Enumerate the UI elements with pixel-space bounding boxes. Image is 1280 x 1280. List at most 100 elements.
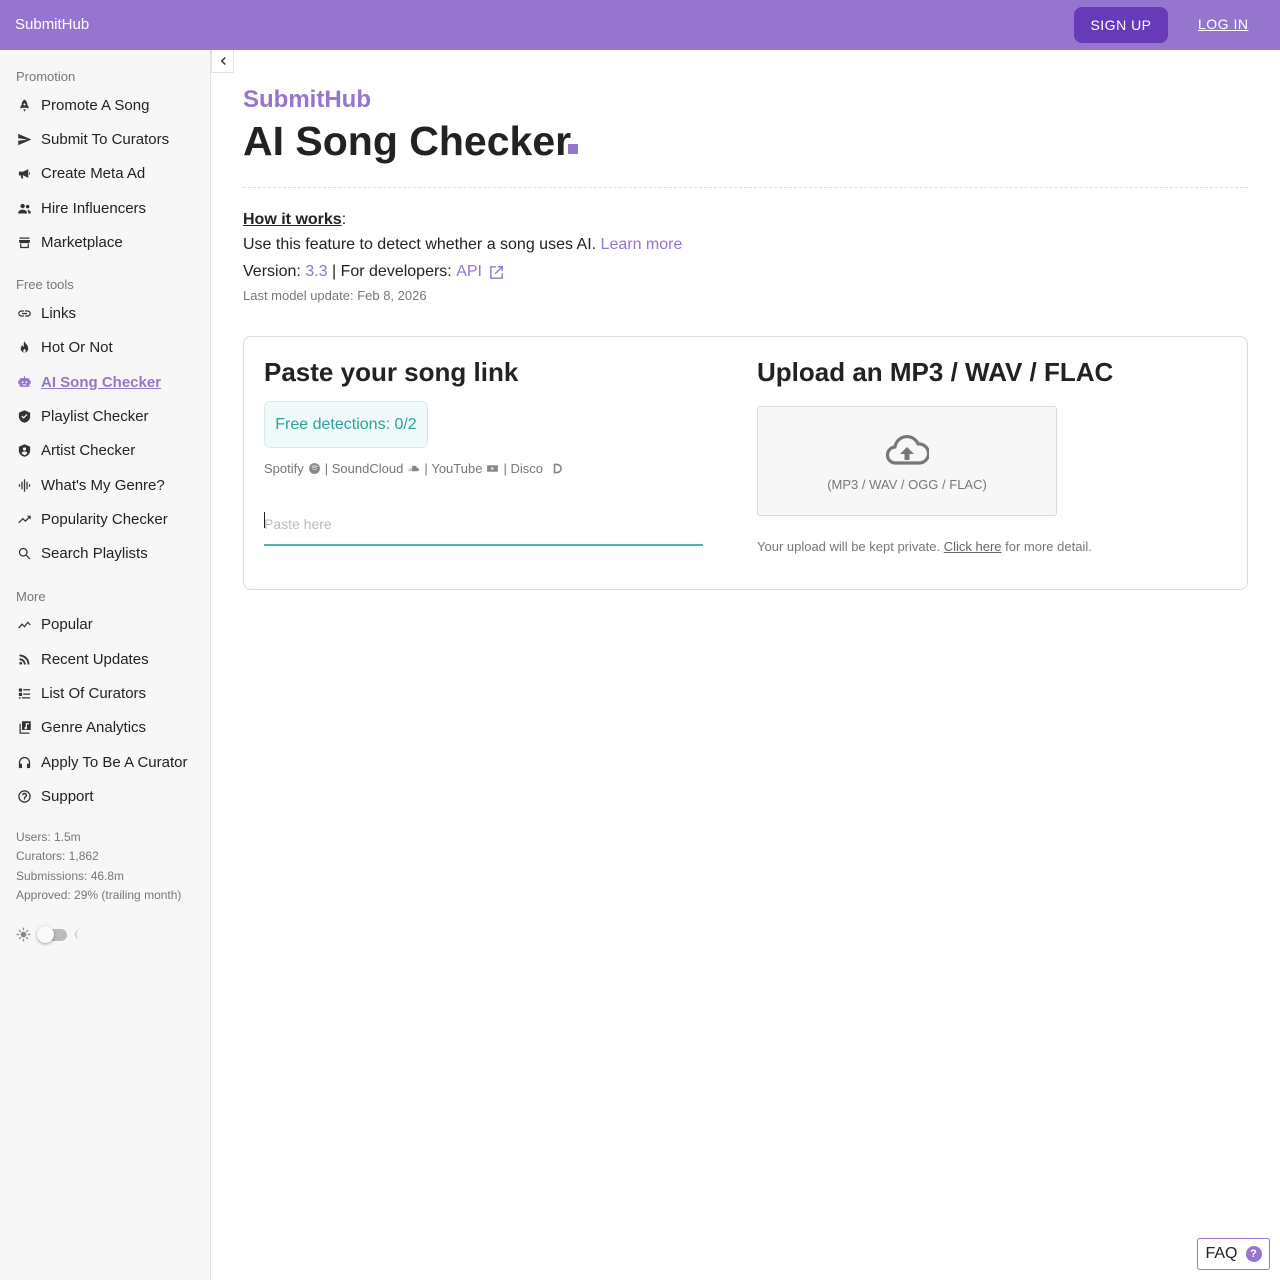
api-link[interactable]: API bbox=[456, 263, 482, 281]
sidebar: Promotion Promote A Song Submit To Curat… bbox=[0, 50, 211, 1280]
megaphone-icon bbox=[16, 165, 32, 181]
sidebar-item-genre-analytics[interactable]: Genre Analytics bbox=[16, 716, 146, 738]
separator: | bbox=[324, 461, 329, 476]
stat-curators: Curators: 1,862 bbox=[16, 849, 99, 863]
send-icon bbox=[16, 131, 32, 147]
sidebar-item-label: Hire Influencers bbox=[41, 199, 147, 217]
sidebar-item-label: Submit To Curators bbox=[41, 130, 170, 148]
sidebar-item-label: Genre Analytics bbox=[41, 718, 147, 736]
dark-mode-toggle[interactable] bbox=[37, 925, 67, 943]
youtube-icon bbox=[486, 462, 499, 475]
brand-logo-link[interactable]: SubmitHub bbox=[15, 16, 89, 33]
library-music-icon bbox=[16, 719, 32, 735]
help-circle-icon bbox=[16, 788, 32, 804]
faq-label: FAQ bbox=[1205, 1245, 1238, 1262]
sidebar-item-label: Support bbox=[41, 787, 94, 805]
sidebar-item-create-meta-ad[interactable]: Create Meta Ad bbox=[16, 162, 145, 184]
sidebar-item-popularity-checker[interactable]: Popularity Checker bbox=[16, 508, 168, 530]
sidebar-item-marketplace[interactable]: Marketplace bbox=[16, 231, 123, 253]
sidebar-item-whats-my-genre[interactable]: What's My Genre? bbox=[16, 474, 165, 496]
stat-submissions: Submissions: 46.8m bbox=[16, 869, 125, 883]
version-prefix: Version: bbox=[243, 262, 301, 280]
sidebar-item-support[interactable]: Support bbox=[16, 785, 94, 807]
sidebar-item-label: Search Playlists bbox=[41, 544, 148, 562]
rocket-icon bbox=[16, 97, 32, 113]
cloud-upload-icon[interactable] bbox=[885, 432, 929, 468]
sidebar-item-submit-to-curators[interactable]: Submit To Curators bbox=[16, 128, 169, 150]
open-in-new-icon[interactable] bbox=[482, 262, 505, 281]
learn-more-link[interactable]: Learn more bbox=[601, 236, 683, 253]
log-in-link[interactable]: LOG IN bbox=[1198, 16, 1248, 32]
sidebar-item-hot-or-not[interactable]: Hot Or Not bbox=[16, 336, 113, 358]
platform-soundcloud: SoundCloud bbox=[331, 461, 404, 476]
version-line: Version: 3.3 | For developers: API bbox=[243, 262, 505, 281]
sidebar-item-promote-a-song[interactable]: Promote A Song bbox=[16, 94, 149, 116]
sidebar-item-label: Links bbox=[41, 304, 77, 322]
sidebar-item-artist-checker[interactable]: Artist Checker bbox=[16, 439, 135, 461]
sidebar-section-promotion: Promotion bbox=[16, 69, 76, 84]
sidebar-item-label: List Of Curators bbox=[41, 684, 147, 702]
platform-disco: Disco bbox=[510, 461, 543, 476]
sun-icon bbox=[16, 927, 31, 942]
sidebar-item-ai-song-checker[interactable]: AI Song Checker bbox=[16, 371, 161, 393]
sidebar-item-search-playlists[interactable]: Search Playlists bbox=[16, 542, 148, 564]
disco-icon bbox=[551, 462, 564, 475]
sidebar-item-label: Artist Checker bbox=[41, 441, 136, 459]
sidebar-item-popular[interactable]: Popular bbox=[16, 613, 93, 635]
upload-heading: Upload an MP3 / WAV / FLAC bbox=[757, 357, 1114, 387]
supported-platforms: Spotify | SoundCloud | YouTube | Disco bbox=[264, 461, 568, 476]
brand-subtitle: SubmitHub bbox=[243, 86, 371, 113]
free-detections-badge: Free detections: 0/2 bbox=[264, 401, 428, 448]
sidebar-item-label: Popularity Checker bbox=[41, 510, 168, 528]
collapse-sidebar-button[interactable] bbox=[211, 50, 234, 73]
trending-up-icon bbox=[16, 511, 32, 527]
sidebar-item-label: Marketplace bbox=[41, 233, 123, 251]
title-accent-dot bbox=[568, 144, 578, 154]
shield-check-icon bbox=[16, 408, 32, 424]
developers-prefix: | For developers: bbox=[331, 262, 452, 280]
fire-icon bbox=[16, 339, 32, 355]
upload-privacy-note: Your upload will be kept private. Click … bbox=[757, 539, 1092, 554]
soundcloud-icon bbox=[407, 462, 420, 475]
sidebar-item-label: AI Song Checker bbox=[41, 373, 162, 391]
model-update-date: Last model update: Feb 8, 2026 bbox=[243, 288, 427, 303]
list-icon bbox=[16, 685, 32, 701]
sidebar-item-recent-updates[interactable]: Recent Updates bbox=[16, 648, 149, 670]
sidebar-item-playlist-checker[interactable]: Playlist Checker bbox=[16, 405, 149, 427]
how-it-works: How it works: bbox=[243, 211, 346, 229]
sidebar-item-label: Hot Or Not bbox=[41, 338, 113, 356]
toggle-knob bbox=[37, 925, 54, 943]
sidebar-item-links[interactable]: Links bbox=[16, 302, 76, 324]
headphones-icon bbox=[16, 754, 32, 770]
stat-approved: Approved: 29% (trailing month) bbox=[16, 888, 182, 902]
waveform-icon bbox=[16, 477, 32, 493]
sign-up-button[interactable]: SIGN UP bbox=[1074, 7, 1168, 43]
theme-switcher bbox=[16, 925, 88, 943]
sidebar-item-apply-to-be-a-curator[interactable]: Apply To Be A Curator bbox=[16, 751, 187, 773]
privacy-prefix: Your upload will be kept private. bbox=[757, 539, 941, 554]
platform-spotify: Spotify bbox=[264, 461, 304, 476]
robot-icon bbox=[16, 374, 32, 390]
how-it-works-colon: : bbox=[341, 211, 347, 228]
sidebar-section-more: More bbox=[16, 589, 46, 604]
moon-icon bbox=[73, 927, 88, 942]
shield-person-icon bbox=[16, 442, 32, 458]
version-link[interactable]: 3.3 bbox=[305, 263, 327, 281]
page-title: AI Song Checker bbox=[243, 118, 572, 164]
platform-youtube: YouTube bbox=[431, 461, 483, 476]
stat-users: Users: 1.5m bbox=[16, 830, 81, 844]
sidebar-item-label: Apply To Be A Curator bbox=[41, 753, 188, 771]
sidebar-item-hire-influencers[interactable]: Hire Influencers bbox=[16, 197, 146, 219]
privacy-click-here-link[interactable]: Click here bbox=[944, 539, 1002, 554]
spotify-icon bbox=[308, 462, 321, 475]
text-caret bbox=[264, 512, 265, 528]
storefront-icon bbox=[16, 234, 32, 250]
song-link-input[interactable] bbox=[264, 504, 703, 546]
link-icon bbox=[16, 305, 32, 321]
dashed-divider bbox=[243, 187, 1248, 188]
faq-button[interactable]: FAQ? bbox=[1197, 1238, 1270, 1270]
sidebar-item-label: Recent Updates bbox=[41, 650, 149, 668]
chevron-left-icon bbox=[220, 57, 226, 65]
people-icon bbox=[16, 200, 32, 216]
sidebar-item-list-of-curators[interactable]: List Of Curators bbox=[16, 682, 146, 704]
